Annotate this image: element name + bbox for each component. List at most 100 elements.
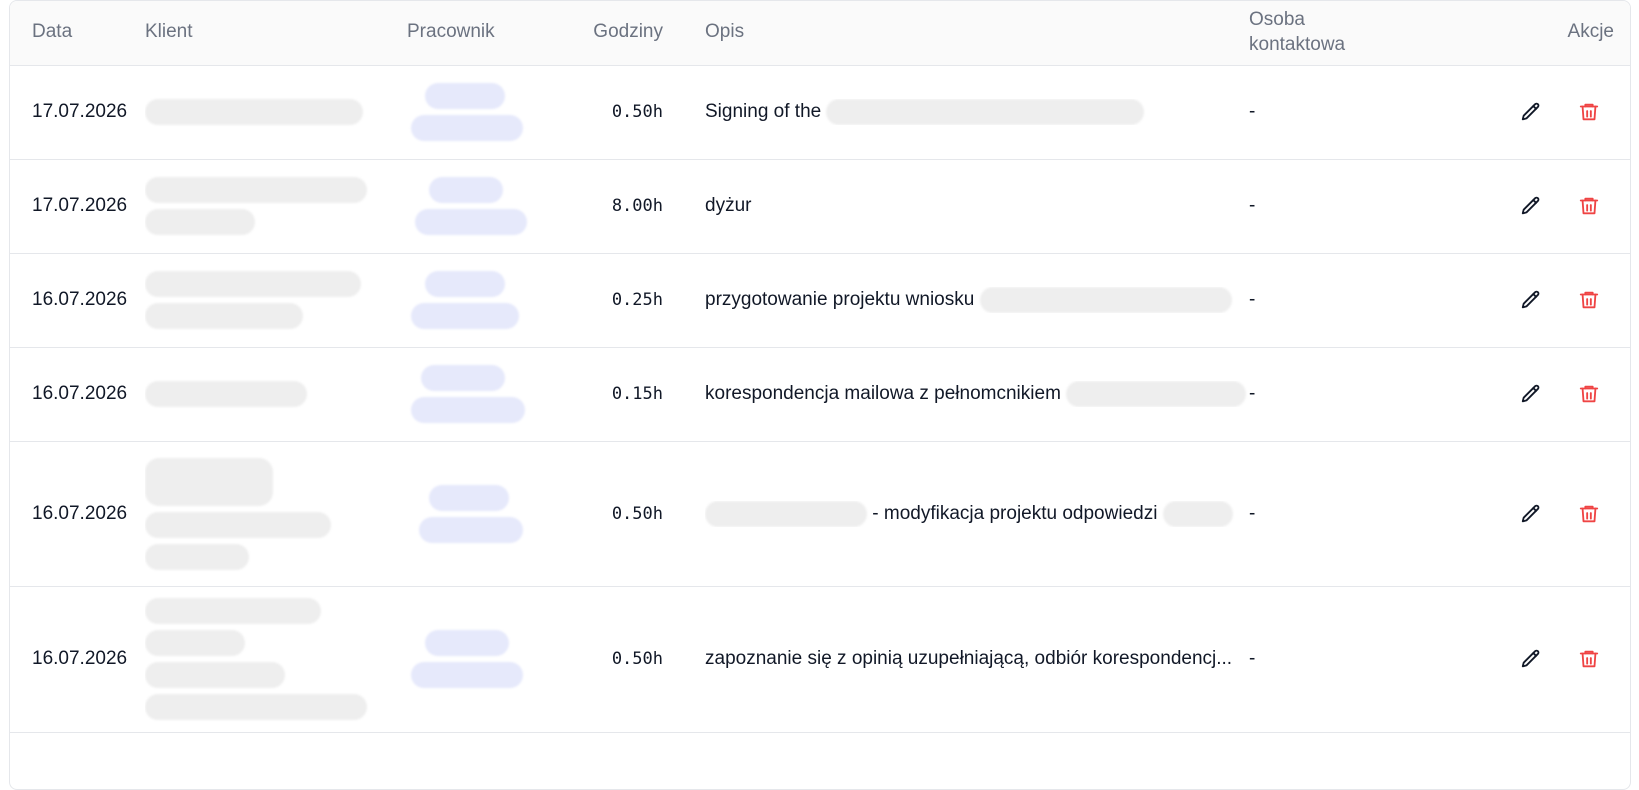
row-description-text: korespondencja mailowa z pełnomcnikiem (705, 383, 1061, 405)
column-header-hours[interactable]: Godziny (547, 1, 671, 66)
row-hours: 8.00h (547, 159, 671, 254)
trash-icon (1579, 103, 1599, 121)
redacted-client (145, 209, 255, 235)
row-client (145, 586, 407, 733)
row-description-text: zapoznanie się z opinią uzupełniającą, o… (705, 648, 1233, 669)
redacted-client (145, 457, 273, 506)
row-client (145, 347, 407, 442)
delete-button[interactable] (1576, 381, 1602, 407)
row-hours: 0.50h (547, 441, 671, 587)
row-employee (407, 347, 547, 442)
row-client (145, 253, 407, 348)
redacted-employee (411, 662, 523, 688)
redacted-employee (419, 516, 523, 543)
row-date: 16.07.2026 (10, 253, 145, 348)
pencil-icon (1521, 290, 1540, 309)
redacted-client (145, 303, 303, 329)
row-date: 16.07.2026 (10, 347, 145, 442)
edit-button[interactable] (1518, 99, 1544, 125)
row-description: - modyfikacja projektu odpowiedzi (671, 441, 1249, 587)
row-actions (1399, 159, 1630, 254)
redacted-client (145, 177, 367, 203)
row-contact: - (1249, 441, 1399, 587)
edit-button[interactable] (1518, 646, 1544, 672)
redacted-employee (425, 630, 509, 656)
row-actions (1399, 441, 1630, 587)
redacted-client (145, 381, 307, 407)
table-row[interactable]: 16.07.2026 0.25h przygotowanie projektu … (10, 253, 1630, 348)
row-description-text: - modyfikacja projektu odpowiedzi (872, 502, 1158, 524)
row-description: dyżur (671, 159, 1249, 254)
redacted-client (145, 630, 245, 656)
delete-button[interactable] (1576, 646, 1602, 672)
redacted-description (826, 99, 1145, 125)
row-description-text: dyżur (705, 195, 752, 216)
edit-button[interactable] (1518, 193, 1544, 219)
row-date: 17.07.2026 (10, 159, 145, 254)
redacted-client (145, 543, 249, 570)
row-actions (1399, 586, 1630, 733)
pencil-icon (1521, 384, 1540, 403)
row-contact: - (1249, 586, 1399, 733)
row-contact: - (1249, 159, 1399, 254)
edit-button[interactable] (1518, 287, 1544, 313)
redacted-description (705, 500, 867, 527)
redacted-employee (411, 397, 525, 423)
delete-button[interactable] (1576, 99, 1602, 125)
table-header-row: Data Klient Pracownik Godziny Opis Osoba… (10, 1, 1630, 66)
row-client (145, 441, 407, 587)
trash-icon (1579, 291, 1599, 309)
row-date: 17.07.2026 (10, 65, 145, 160)
row-hours: 0.50h (547, 65, 671, 160)
table-row[interactable]: 16.07.2026 0.50h zapoznanie się z opinią… (10, 586, 1630, 733)
column-header-employee[interactable]: Pracownik (407, 1, 547, 66)
row-description-text: Signing of the (705, 101, 822, 123)
row-employee (407, 441, 547, 587)
table-row[interactable]: 17.07.2026 0.50h Signing of the - (10, 65, 1630, 160)
column-header-date[interactable]: Data (10, 1, 145, 66)
row-actions (1399, 65, 1630, 160)
edit-button[interactable] (1518, 501, 1544, 527)
redacted-description (1066, 381, 1247, 407)
redacted-description (1162, 500, 1233, 527)
pencil-icon (1521, 196, 1540, 215)
table-row[interactable]: 17.07.2026 8.00h dyżur - (10, 159, 1630, 254)
table-row[interactable]: 16.07.2026 0.15h korespondencja mailowa … (10, 347, 1630, 442)
entries-table: Data Klient Pracownik Godziny Opis Osoba… (10, 1, 1630, 733)
delete-button[interactable] (1576, 193, 1602, 219)
trash-icon (1579, 385, 1599, 403)
redacted-client (145, 99, 363, 125)
delete-button[interactable] (1576, 501, 1602, 527)
pencil-icon (1521, 102, 1540, 121)
row-date: 16.07.2026 (10, 441, 145, 587)
redacted-employee (425, 271, 505, 297)
row-date: 16.07.2026 (10, 586, 145, 733)
edit-button[interactable] (1518, 381, 1544, 407)
table-row[interactable]: 16.07.2026 0.50h - modyfikacja projektu … (10, 441, 1630, 587)
row-hours: 0.25h (547, 253, 671, 348)
redacted-employee (429, 484, 509, 511)
trash-icon (1579, 197, 1599, 215)
column-header-client[interactable]: Klient (145, 1, 407, 66)
row-hours: 0.15h (547, 347, 671, 442)
row-client (145, 159, 407, 254)
redacted-client (145, 694, 367, 720)
row-actions (1399, 253, 1630, 348)
redacted-employee (421, 365, 505, 391)
trash-icon (1579, 505, 1599, 522)
trash-icon (1579, 650, 1599, 668)
redacted-employee (411, 115, 523, 141)
row-hours: 0.50h (547, 586, 671, 733)
row-contact: - (1249, 347, 1399, 442)
column-header-description[interactable]: Opis (671, 1, 1249, 66)
column-header-contact[interactable]: Osoba kontaktowa (1249, 1, 1399, 66)
row-employee (407, 65, 547, 160)
redacted-client (145, 662, 285, 688)
row-contact: - (1249, 65, 1399, 160)
delete-button[interactable] (1576, 287, 1602, 313)
redacted-client (145, 511, 331, 538)
time-entries-table: Data Klient Pracownik Godziny Opis Osoba… (9, 0, 1631, 790)
redacted-client (145, 271, 361, 297)
row-description: przygotowanie projektu wniosku (671, 253, 1249, 348)
redacted-employee (411, 303, 519, 329)
